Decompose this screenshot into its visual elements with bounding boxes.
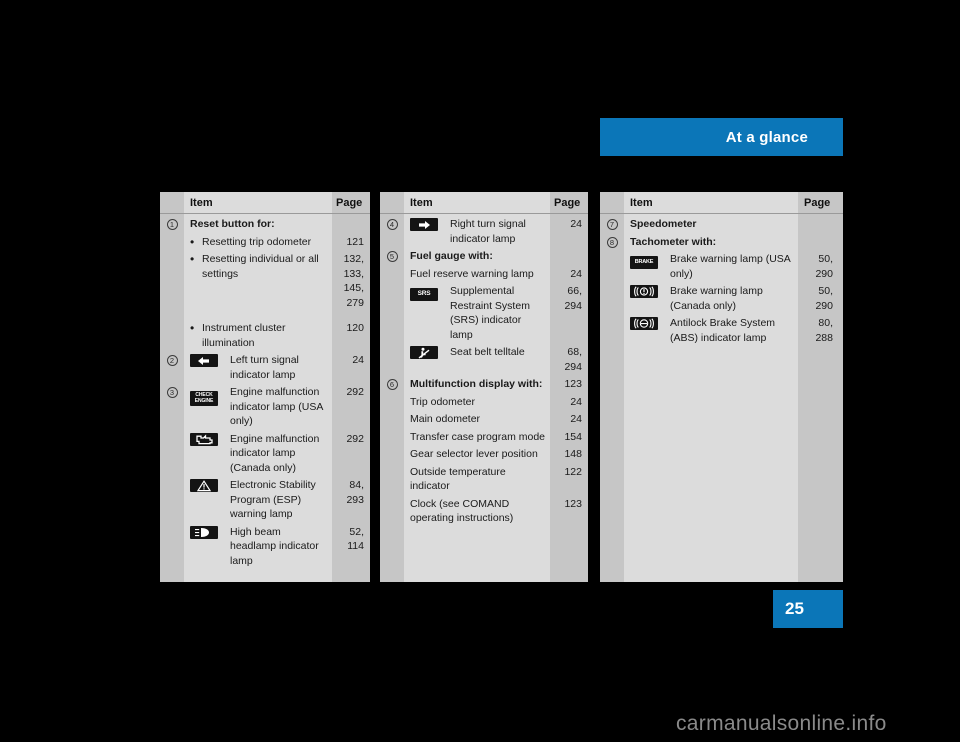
marker-strip bbox=[380, 192, 404, 582]
page-column-header: Page bbox=[798, 192, 843, 214]
page-column-header: Page bbox=[332, 192, 370, 214]
item-column-header: Item bbox=[624, 192, 798, 214]
page-strip: Page bbox=[332, 192, 370, 582]
manual-page: At a glance Item Page 1 Reset button for: • R… bbox=[0, 0, 960, 742]
marker-header-cell bbox=[600, 192, 624, 214]
page-number-banner: 25 bbox=[773, 590, 843, 628]
page-strip: Page bbox=[798, 192, 843, 582]
watermark: carmanualsonline.info bbox=[676, 712, 887, 735]
marker-strip bbox=[160, 192, 184, 582]
page-column-header: Page bbox=[550, 192, 588, 214]
item-strip: Item bbox=[184, 192, 332, 582]
item-table-column-3: Item Page 7 Speedometer 8 Tachometer with: BRA… bbox=[600, 192, 843, 582]
marker-header-cell bbox=[380, 192, 404, 214]
item-column-header: Item bbox=[404, 192, 550, 214]
item-table-column-1: Item Page 1 Reset button for: • Resetting tri… bbox=[160, 192, 370, 582]
item-strip: Item bbox=[624, 192, 798, 582]
item-strip: Item bbox=[404, 192, 550, 582]
marker-strip bbox=[600, 192, 624, 582]
item-column-header: Item bbox=[184, 192, 332, 214]
section-header-banner: At a glance bbox=[600, 118, 843, 156]
item-table-column-2: Item Page 4 Right turn signal indicator lam… bbox=[380, 192, 588, 582]
page-title: At a glance bbox=[725, 128, 808, 146]
page-strip: Page bbox=[550, 192, 588, 582]
page-number: 25 bbox=[785, 599, 804, 618]
marker-header-cell bbox=[160, 192, 184, 214]
